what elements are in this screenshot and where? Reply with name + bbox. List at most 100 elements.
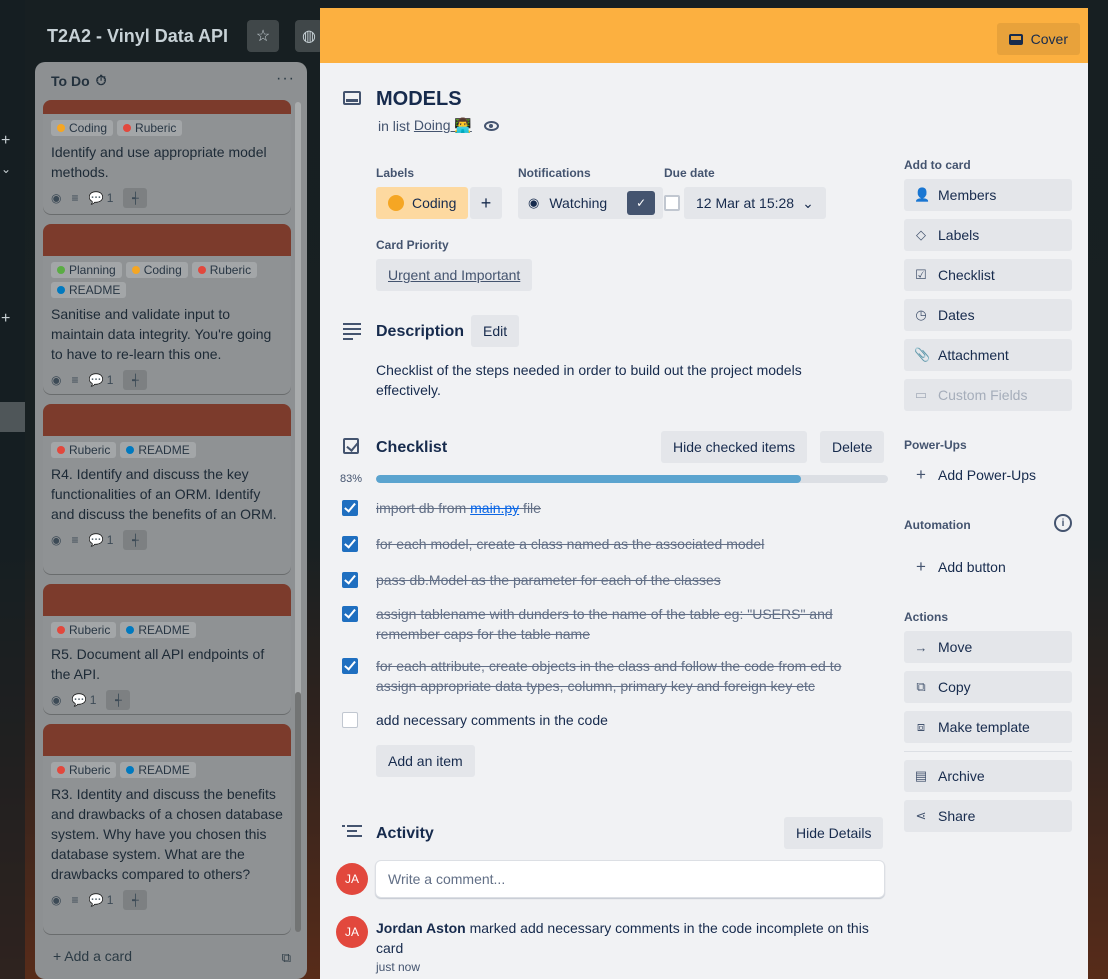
label-dot bbox=[57, 124, 65, 132]
activity-timestamp[interactable]: just now bbox=[376, 960, 420, 974]
checklist-item-checkbox[interactable] bbox=[342, 572, 358, 588]
add-label-button[interactable]: + bbox=[470, 187, 502, 219]
edit-description-button[interactable]: Edit bbox=[471, 315, 520, 347]
checklist-item-checkbox[interactable] bbox=[342, 712, 358, 728]
list-link[interactable]: Doing 👨‍💻 bbox=[414, 117, 472, 134]
checklist-button[interactable]: ☑ Checklist bbox=[904, 259, 1072, 291]
checklist-item-checkbox[interactable] bbox=[342, 536, 358, 552]
add-button-button[interactable]: + Add button bbox=[904, 551, 1072, 583]
due-date-heading: Due date bbox=[664, 166, 715, 180]
card-label[interactable]: Ruberic bbox=[51, 442, 117, 458]
checklist-item-text[interactable]: pass db.Model as the parameter for each … bbox=[376, 570, 866, 590]
labels-button-label: Labels bbox=[938, 227, 980, 243]
hide-checked-items-button[interactable]: Hide checked items bbox=[661, 431, 808, 463]
card-badges: ◉ ≡ 💬 1 ┽ bbox=[51, 188, 283, 208]
checklist-item-checkbox[interactable] bbox=[342, 500, 358, 516]
comment-input[interactable] bbox=[375, 860, 885, 898]
copy-button-label: Copy bbox=[938, 679, 971, 695]
copy-button[interactable]: ⧉ Copy bbox=[904, 671, 1072, 703]
label-chip[interactable]: Coding bbox=[376, 187, 469, 219]
list-header[interactable]: To Do ⏱ bbox=[51, 72, 107, 89]
tag-icon: ◇ bbox=[916, 227, 926, 242]
template-icon[interactable]: ⧉ bbox=[282, 950, 291, 966]
card-cover bbox=[43, 404, 291, 436]
card-label[interactable]: Planning bbox=[51, 262, 122, 278]
list-card[interactable]: Ruberic README R3. Identity and discuss … bbox=[43, 724, 291, 934]
person-icon: 👤 bbox=[914, 187, 931, 202]
dates-button[interactable]: ◷ Dates bbox=[904, 299, 1072, 331]
cover-icon bbox=[1008, 33, 1023, 45]
avatar[interactable]: JA bbox=[336, 863, 368, 895]
watch-button[interactable]: ◉ Watching ✓ bbox=[518, 187, 664, 219]
copy-icon: ⧉ bbox=[916, 679, 926, 694]
add-checklist-item-button[interactable]: Add an item bbox=[376, 745, 475, 777]
card-title[interactable]: MODELS bbox=[376, 88, 462, 111]
card-cover-banner: Cover bbox=[320, 8, 1088, 63]
label-text: Ruberic bbox=[69, 623, 111, 637]
share-button[interactable]: ⋖ Share bbox=[904, 800, 1072, 832]
list-scrollbar[interactable] bbox=[295, 102, 301, 932]
board-title[interactable]: T2A2 - Vinyl Data API bbox=[47, 26, 228, 47]
card-label[interactable]: Ruberic bbox=[117, 120, 183, 136]
card-title: Identify and use appropriate model metho… bbox=[51, 144, 267, 180]
activity-user[interactable]: Jordan Aston bbox=[376, 920, 466, 936]
avatar[interactable]: JA bbox=[336, 916, 368, 948]
delete-checklist-button[interactable]: Delete bbox=[820, 431, 885, 463]
card-title: Sanitise and validate input to maintain … bbox=[51, 306, 272, 362]
due-date-value: 12 Mar at 15:28 bbox=[696, 195, 795, 211]
due-date-checkbox[interactable] bbox=[664, 195, 680, 211]
card-label[interactable]: README bbox=[51, 282, 127, 298]
make-template-button[interactable]: ⧈ Make template bbox=[904, 711, 1072, 743]
checklist-item-text[interactable]: import db from main.py file bbox=[376, 498, 866, 518]
more-icon[interactable]: ··· bbox=[276, 70, 295, 88]
checklist-heading[interactable]: Checklist bbox=[376, 439, 447, 457]
card-label[interactable]: Ruberic bbox=[191, 262, 258, 278]
card-priority-heading: Card Priority bbox=[376, 238, 449, 252]
add-power-ups-button[interactable]: + Add Power-Ups bbox=[904, 459, 1072, 491]
cover-button[interactable]: Cover bbox=[996, 23, 1080, 55]
card-cover bbox=[43, 724, 291, 756]
list-card[interactable]: Coding Ruberic Identify and use appropri… bbox=[43, 100, 291, 214]
archive-button[interactable]: ▤ Archive bbox=[904, 760, 1072, 792]
list-card[interactable]: Planning Coding Ruberic README Sanitise … bbox=[43, 224, 291, 394]
workspace-sidebar-selected-item[interactable] bbox=[0, 402, 25, 432]
checklist-item-checkbox[interactable] bbox=[342, 606, 358, 622]
info-icon[interactable]: i bbox=[1054, 514, 1072, 532]
list-card[interactable]: Ruberic README R4. Identify and discuss … bbox=[43, 404, 291, 574]
chevron-down-icon[interactable]: ⌄ bbox=[1, 162, 11, 176]
checklist-item-text[interactable]: add necessary comments in the code bbox=[376, 710, 866, 730]
attachment-button[interactable]: 📎 Attachment bbox=[904, 339, 1072, 371]
star-icon[interactable]: ☆ bbox=[247, 20, 279, 52]
card-label[interactable]: Coding bbox=[125, 262, 188, 278]
scrollbar-thumb[interactable] bbox=[295, 692, 301, 932]
card-priority-button[interactable]: Urgent and Important bbox=[376, 259, 533, 291]
card-label[interactable]: README bbox=[120, 442, 196, 458]
custom-fields-button[interactable]: ▭ Custom Fields bbox=[904, 379, 1072, 411]
checklist-item-text[interactable]: assign tablename with dunders to the nam… bbox=[376, 604, 866, 644]
add-power-ups-label: Add Power-Ups bbox=[938, 467, 1037, 483]
due-date-button[interactable]: 12 Mar at 15:28 ⌄ bbox=[684, 187, 826, 219]
labels-button[interactable]: ◇ Labels bbox=[904, 219, 1072, 251]
list-card[interactable]: Ruberic README R5. Document all API endp… bbox=[43, 584, 291, 714]
plus-icon[interactable]: + bbox=[1, 310, 10, 328]
checklist-item-text[interactable]: for each model, create a class named as … bbox=[376, 534, 866, 554]
checklist-item-link[interactable]: main.py bbox=[470, 500, 519, 516]
members-button[interactable]: 👤 Members bbox=[904, 179, 1072, 211]
hide-details-button[interactable]: Hide Details bbox=[784, 817, 884, 849]
description-text[interactable]: Checklist of the steps needed in order t… bbox=[376, 360, 846, 400]
checklist-item-checkbox[interactable] bbox=[342, 658, 358, 674]
card-label[interactable]: Ruberic bbox=[51, 622, 117, 638]
add-card-button[interactable]: + Add a card bbox=[53, 948, 132, 964]
label-dot bbox=[57, 446, 65, 454]
checklist-item-text[interactable]: for each attribute, create objects in th… bbox=[376, 656, 866, 696]
card-label[interactable]: Ruberic bbox=[51, 762, 117, 778]
plus-icon: + bbox=[480, 192, 492, 213]
card-label[interactable]: Coding bbox=[51, 120, 114, 136]
visibility-icon[interactable]: ◍ bbox=[295, 20, 323, 52]
card-labels: Ruberic README bbox=[51, 622, 283, 638]
move-button[interactable]: → Move bbox=[904, 631, 1072, 663]
plus-icon[interactable]: + bbox=[1, 132, 10, 150]
archive-button-label: Archive bbox=[938, 768, 985, 784]
card-label[interactable]: README bbox=[120, 622, 196, 638]
card-label[interactable]: README bbox=[120, 762, 196, 778]
